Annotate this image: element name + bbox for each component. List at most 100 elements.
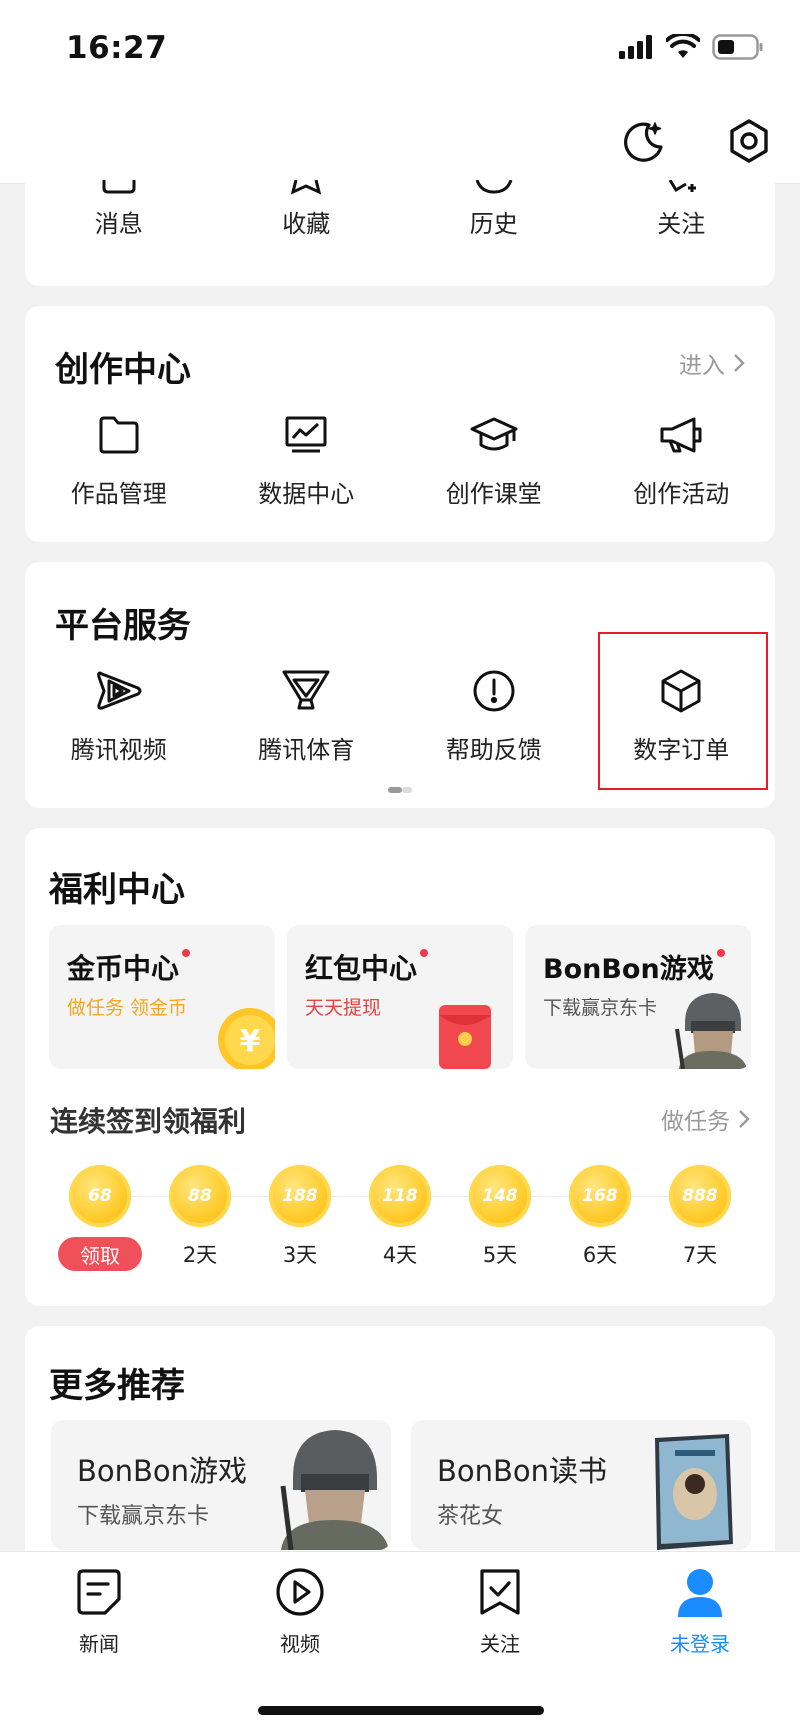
coin-value: 168 bbox=[582, 1186, 618, 1206]
signal-icon bbox=[619, 35, 652, 59]
notification-dot bbox=[420, 949, 429, 957]
signin-task-link[interactable]: 做任务 bbox=[661, 1102, 750, 1136]
status-time: 16:27 bbox=[66, 30, 168, 66]
welfare-center-title: 福利中心 bbox=[49, 870, 185, 910]
service-item-label: 腾讯视频 bbox=[70, 736, 167, 764]
gold-coin-icon: ¥ bbox=[218, 1008, 275, 1069]
chart-icon bbox=[285, 416, 327, 453]
user-icon bbox=[678, 1569, 722, 1617]
trophy-icon bbox=[282, 670, 330, 710]
recommend-title: BonBon游戏 bbox=[77, 1454, 248, 1488]
quick-action-label: 历史 bbox=[469, 210, 518, 238]
tab-label: 未登录 bbox=[670, 1632, 730, 1656]
signin-day-3: 188 3天 bbox=[260, 1165, 340, 1269]
notification-dot bbox=[182, 949, 191, 957]
signin-day-7: 888 7天 bbox=[660, 1165, 740, 1269]
platform-services-title: 平台服务 bbox=[55, 606, 191, 646]
status-icons bbox=[618, 34, 764, 60]
creation-item-works[interactable]: 作品管理 bbox=[25, 410, 213, 509]
coin-value: 188 bbox=[282, 1186, 318, 1206]
tab-video[interactable]: 视频 bbox=[240, 1566, 360, 1657]
settings-icon[interactable] bbox=[724, 116, 774, 166]
soldier-character-icon bbox=[280, 1430, 389, 1550]
service-item-help-feedback[interactable]: 帮助反馈 bbox=[400, 666, 588, 765]
coin-center-tile[interactable]: 金币中心 做任务 领金币 ¥ bbox=[49, 925, 275, 1069]
signin-day-4: 118 4天 bbox=[360, 1165, 440, 1269]
tab-label: 关注 bbox=[480, 1632, 520, 1656]
claim-button[interactable]: 领取 bbox=[58, 1237, 142, 1271]
coin-value: 118 bbox=[382, 1186, 418, 1206]
quick-action-messages[interactable]: 消息 bbox=[25, 180, 213, 239]
star-icon bbox=[291, 180, 322, 195]
task-label: 做任务 bbox=[661, 1109, 730, 1135]
tab-bar: 新闻 视频 关注 未登录 bbox=[0, 1551, 800, 1732]
bonbon-game-title: BonBon游戏 bbox=[543, 954, 714, 985]
quick-action-history[interactable]: 历史 bbox=[400, 180, 588, 239]
day-label: 5天 bbox=[482, 1243, 518, 1267]
creation-item-label: 数据中心 bbox=[258, 480, 355, 508]
service-item-tencent-sports[interactable]: 腾讯体育 bbox=[213, 666, 401, 765]
coin-value: 888 bbox=[682, 1186, 718, 1206]
red-packet-center-tile[interactable]: 红包中心 天天提现 bbox=[287, 925, 513, 1069]
signin-title: 连续签到领福利 bbox=[50, 1105, 247, 1138]
quick-action-label: 关注 bbox=[657, 210, 706, 238]
quick-action-favorites[interactable]: 收藏 bbox=[213, 180, 401, 239]
chevron-right-icon bbox=[734, 354, 745, 372]
recommend-subtitle: 茶花女 bbox=[437, 1504, 504, 1529]
creation-item-classroom[interactable]: 创作课堂 bbox=[400, 410, 588, 509]
status-bar: 16:27 bbox=[0, 0, 800, 100]
moon-icon[interactable] bbox=[618, 116, 668, 166]
message-icon bbox=[102, 180, 136, 194]
creation-item-label: 作品管理 bbox=[70, 480, 167, 508]
signin-day-6: 168 6天 bbox=[560, 1165, 640, 1269]
highlight-annotation bbox=[598, 632, 768, 790]
signin-day-1[interactable]: 68 领取 bbox=[58, 1165, 142, 1271]
tab-news[interactable]: 新闻 bbox=[39, 1566, 159, 1657]
service-item-label: 腾讯体育 bbox=[258, 736, 355, 764]
tab-label: 视频 bbox=[280, 1632, 320, 1656]
service-item-tencent-video[interactable]: 腾讯视频 bbox=[25, 666, 213, 765]
coin-icon: 148 bbox=[469, 1165, 531, 1227]
folder-icon bbox=[99, 416, 139, 454]
creation-center-card: 创作中心 进入 作品管理 数据中心 创作课堂 创作活动 bbox=[25, 306, 775, 542]
creation-item-data[interactable]: 数据中心 bbox=[213, 410, 401, 509]
day-label: 6天 bbox=[582, 1243, 618, 1267]
coin-center-title: 金币中心 bbox=[67, 952, 180, 985]
coin-value: 148 bbox=[482, 1186, 518, 1206]
signin-day-2: 88 2天 bbox=[160, 1165, 240, 1269]
coin-center-subtitle: 做任务 领金币 bbox=[67, 997, 188, 1019]
quick-action-label: 收藏 bbox=[282, 210, 331, 238]
follow-icon bbox=[668, 180, 697, 193]
creation-item-label: 创作活动 bbox=[633, 480, 730, 508]
wifi-icon bbox=[666, 34, 700, 58]
tab-label: 新闻 bbox=[79, 1632, 119, 1656]
recommend-bonbon-game[interactable]: BonBon游戏 下载赢京东卡 bbox=[51, 1420, 391, 1550]
coin-icon: 68 bbox=[69, 1165, 131, 1227]
coin-icon: 88 bbox=[169, 1165, 231, 1227]
bonbon-game-subtitle: 下载赢京东卡 bbox=[543, 997, 658, 1019]
day-label: 2天 bbox=[182, 1243, 218, 1267]
creation-item-activities[interactable]: 创作活动 bbox=[588, 410, 776, 509]
coin-icon: 188 bbox=[269, 1165, 331, 1227]
coin-icon: 118 bbox=[369, 1165, 431, 1227]
quick-action-label: 消息 bbox=[94, 210, 143, 238]
tencent-video-icon bbox=[96, 671, 142, 710]
red-envelope-icon bbox=[439, 1005, 491, 1069]
soldier-character-icon bbox=[675, 993, 747, 1069]
creation-center-enter-link[interactable]: 进入 bbox=[679, 346, 745, 380]
bonbon-game-tile[interactable]: BonBon游戏 下载赢京东卡 bbox=[525, 925, 751, 1069]
recommend-bonbon-reading[interactable]: BonBon读书 茶花女 bbox=[411, 1420, 751, 1550]
exclamation-circle-icon bbox=[473, 670, 515, 712]
book-cover-icon bbox=[655, 1434, 733, 1550]
battery-icon bbox=[712, 34, 763, 60]
coin-value: 68 bbox=[88, 1186, 112, 1206]
quick-action-follow[interactable]: 关注 bbox=[588, 180, 776, 239]
signin-day-5: 148 5天 bbox=[460, 1165, 540, 1269]
bookmark-check-icon bbox=[480, 1569, 520, 1615]
chevron-right-icon bbox=[739, 1110, 750, 1128]
more-recommend-title: 更多推荐 bbox=[49, 1366, 185, 1406]
tab-follow[interactable]: 关注 bbox=[440, 1566, 560, 1657]
service-item-label: 帮助反馈 bbox=[445, 736, 542, 764]
tab-profile[interactable]: 未登录 bbox=[640, 1566, 760, 1657]
recommend-title: BonBon读书 bbox=[437, 1454, 608, 1488]
